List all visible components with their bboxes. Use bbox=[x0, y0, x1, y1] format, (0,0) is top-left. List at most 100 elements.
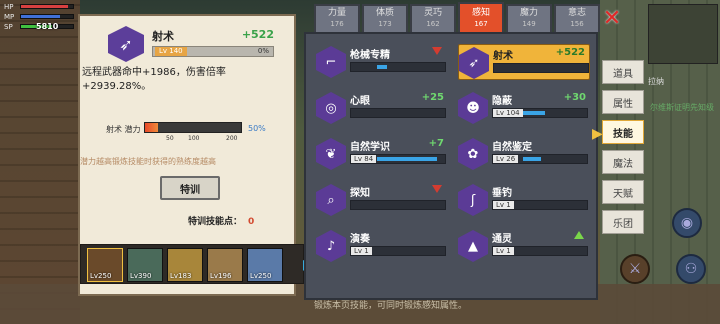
tab-magic[interactable]: 魔力 149 bbox=[506, 4, 552, 32]
skill-cell-name: 射术 bbox=[493, 51, 513, 62]
hero-slot[interactable]: Lv183 bbox=[167, 248, 203, 282]
sp-tag: SP bbox=[4, 22, 13, 31]
network-icon[interactable]: ⚇ bbox=[676, 254, 706, 284]
menu-items[interactable]: 道具 bbox=[602, 60, 644, 84]
skill-progress: 0% bbox=[257, 47, 269, 55]
skill-cell-bar: Lv 1 bbox=[492, 200, 588, 210]
skill-cell-bar: Lv 26 bbox=[492, 154, 588, 164]
train-button[interactable]: 特训 bbox=[160, 176, 220, 200]
skill-cell-bar bbox=[350, 108, 446, 118]
mp-tag: MP bbox=[4, 12, 15, 21]
attribute-tabs: 力量 176 体质 173 灵巧 162 感知 167 魔力 149 意志 156 bbox=[314, 2, 600, 34]
tab-dexterity[interactable]: 灵巧 162 bbox=[410, 4, 456, 32]
train-points-label: 特训技能点： bbox=[188, 217, 243, 227]
gold-count: 5810 bbox=[36, 22, 59, 31]
tab-label: 体质 bbox=[375, 8, 394, 18]
menu-skills[interactable]: 技能 bbox=[602, 120, 644, 144]
skill-cell-bar bbox=[493, 63, 589, 73]
skill-description: 远程武器命中+1986，伤害倍率+2939.28%。 bbox=[82, 67, 226, 92]
skill-cell[interactable]: ✿ 自然鉴定 Lv 26 bbox=[458, 136, 590, 172]
skill-cell[interactable]: ♪ 演奏 Lv 1 bbox=[316, 228, 448, 264]
hero-level: Lv250 bbox=[250, 272, 272, 280]
skill-cell[interactable]: ☻ 隐蔽 +30 Lv 104 bbox=[458, 90, 590, 126]
potential-percent: 50% bbox=[248, 124, 266, 133]
action-round-icon[interactable]: ◉ bbox=[672, 208, 702, 238]
eye-icon: ◎ bbox=[316, 92, 346, 124]
skill-cell-bar bbox=[350, 62, 446, 72]
tab-label: 灵巧 bbox=[423, 8, 442, 18]
hero-slot[interactable]: Lv250 bbox=[247, 248, 283, 282]
potential-bar bbox=[144, 122, 242, 133]
trend-up-icon bbox=[574, 231, 584, 239]
tab-value: 176 bbox=[330, 20, 344, 28]
mp-bar bbox=[20, 14, 74, 19]
hero-strip: Lv250 Lv390 Lv183 Lv196 Lv250 ▶ bbox=[80, 244, 314, 284]
potential-tick: 100 bbox=[188, 135, 200, 142]
tab-will[interactable]: 意志 156 bbox=[554, 4, 600, 32]
skill-cell-name: 隐蔽 bbox=[492, 96, 512, 107]
nature-icon: ✿ bbox=[458, 138, 488, 170]
map-location-label: 拉纳 bbox=[648, 77, 664, 86]
arrow-icon: ➶ bbox=[108, 26, 144, 62]
skill-cell[interactable]: ⌕ 探知 bbox=[316, 182, 448, 218]
sword-icon[interactable]: ⚔ bbox=[620, 254, 650, 284]
skill-cell-level: Lv 1 bbox=[493, 247, 514, 255]
skill-cell-bar: Lv 84 bbox=[350, 154, 446, 164]
hero-slot[interactable]: Lv196 bbox=[207, 248, 243, 282]
skill-cell[interactable]: ʃ 垂钓 Lv 1 bbox=[458, 182, 590, 218]
skill-list-panel: ⌐ 枪械专精 ➶ 射术 +522 ◎ 心眼 +25 ☻ 隐蔽 +30 Lv 10… bbox=[304, 32, 598, 300]
skill-cell-bonus: +30 bbox=[563, 92, 586, 103]
potential-label: 射术 潜力 bbox=[106, 125, 141, 134]
tab-constitution[interactable]: 体质 173 bbox=[362, 4, 408, 32]
hero-level: Lv390 bbox=[130, 272, 152, 280]
minimap[interactable] bbox=[648, 4, 718, 64]
tab-value: 156 bbox=[570, 20, 584, 28]
skill-bonus: +522 bbox=[241, 28, 274, 41]
hide-icon: ☻ bbox=[458, 92, 488, 124]
fishing-icon: ʃ bbox=[458, 184, 488, 216]
skill-cell-bar: Lv 104 bbox=[492, 108, 588, 118]
skill-cell[interactable]: ◎ 心眼 +25 bbox=[316, 90, 448, 126]
tab-value: 162 bbox=[426, 20, 440, 28]
skill-cell-name: 通灵 bbox=[492, 234, 512, 245]
menu-talent[interactable]: 天赋 bbox=[602, 180, 644, 204]
tab-label: 力量 bbox=[327, 8, 346, 18]
bottom-hint: 锻炼本页技能，可同时锻炼感知属性。 bbox=[314, 301, 468, 311]
skill-cell-name: 探知 bbox=[350, 188, 370, 199]
menu-band[interactable]: 乐团 bbox=[602, 210, 644, 234]
hp-bar bbox=[20, 4, 74, 9]
skill-cell-level: Lv 26 bbox=[493, 155, 519, 163]
quest-note: 尔维斯证明先知级 bbox=[650, 103, 714, 112]
hero-slot[interactable]: Lv390 bbox=[127, 248, 163, 282]
skill-cell-name: 枪械专精 bbox=[350, 50, 390, 61]
close-icon[interactable]: ✕ bbox=[600, 8, 624, 32]
skill-cell-level: Lv 1 bbox=[351, 247, 372, 255]
skill-cell[interactable]: ❦ 自然学识 +7 Lv 84 bbox=[316, 136, 448, 172]
skill-level: Lv 140 bbox=[155, 47, 187, 56]
skill-cell-level: Lv 84 bbox=[351, 155, 377, 163]
menu-magic[interactable]: 魔法 bbox=[602, 150, 644, 174]
hero-level: Lv250 bbox=[90, 272, 112, 280]
skill-cell-selected[interactable]: ➶ 射术 +522 bbox=[458, 44, 590, 80]
menu-attributes[interactable]: 属性 bbox=[602, 90, 644, 114]
skill-name: 射术 bbox=[152, 30, 174, 43]
magnify-icon: ⌕ bbox=[316, 184, 346, 216]
tab-strength[interactable]: 力量 176 bbox=[314, 4, 360, 32]
tab-label: 魔力 bbox=[519, 8, 538, 18]
potential-tick: 200 bbox=[226, 135, 238, 142]
triforce-icon: ▲ bbox=[458, 230, 488, 262]
skill-cell-bar bbox=[350, 200, 446, 210]
hero-slot[interactable]: Lv250 bbox=[87, 248, 123, 282]
skill-cell[interactable]: ⌐ 枪械专精 bbox=[316, 44, 448, 80]
tab-perception[interactable]: 感知 167 bbox=[458, 2, 504, 34]
tab-value: 167 bbox=[474, 20, 488, 28]
tab-value: 149 bbox=[522, 20, 536, 28]
side-menu: 道具 属性 技能 魔法 天赋 乐团 bbox=[602, 60, 644, 240]
skill-cell-bonus: +522 bbox=[555, 47, 585, 58]
skill-cell-bonus: +25 bbox=[421, 92, 444, 103]
skill-cell[interactable]: ▲ 通灵 Lv 1 bbox=[458, 228, 590, 264]
tab-label: 意志 bbox=[567, 8, 586, 18]
potential-tick: 50 bbox=[166, 135, 174, 142]
skill-cell-level: Lv 104 bbox=[493, 109, 523, 117]
tab-value: 173 bbox=[378, 20, 392, 28]
